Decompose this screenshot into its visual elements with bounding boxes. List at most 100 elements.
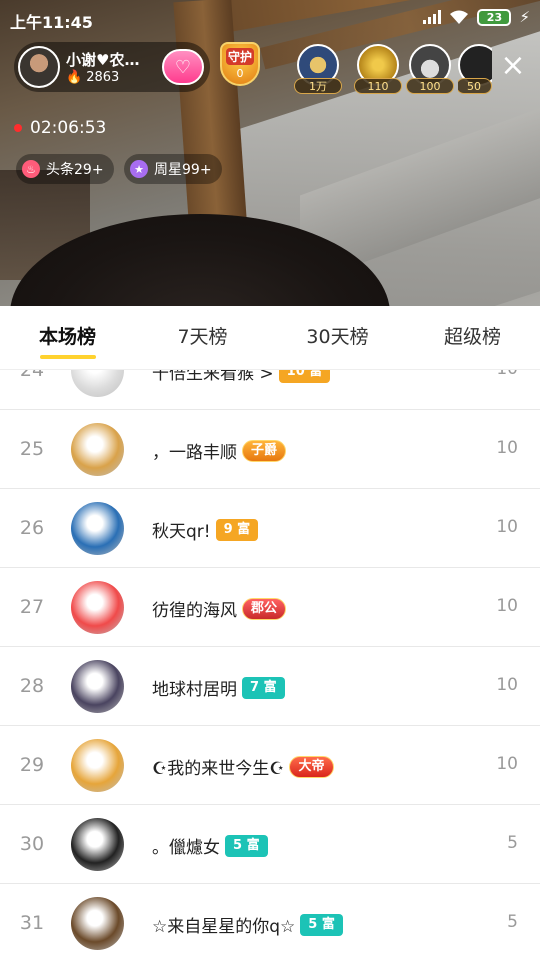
ranking-tabs: 本场榜 7天榜 30天榜 超级榜	[0, 306, 540, 370]
user-avatar[interactable]	[71, 502, 124, 555]
rank-number: 30	[19, 833, 45, 855]
user-avatar[interactable]	[71, 897, 124, 950]
contribution-score: 10	[496, 596, 518, 616]
tab-label: 30天榜	[306, 326, 369, 348]
rank-number: 26	[19, 517, 45, 539]
contribution-score: 5	[507, 912, 518, 932]
rank-row[interactable]: 25 ，一路丰顺 子爵 10	[0, 410, 540, 489]
guard-label: 守护	[225, 48, 254, 65]
rank-number: 25	[19, 438, 45, 460]
ranking-list[interactable]: 24千倍生来看猴 >10 富1025，一路丰顺子爵1026秋天qr!9 富102…	[0, 331, 540, 960]
rank-number: 27	[19, 596, 45, 618]
user-name-group: 地球村居明 7 富	[152, 675, 285, 700]
rank-number: 29	[19, 754, 45, 776]
user-name: 地球村居明	[152, 680, 237, 700]
contribution-score: 5	[507, 833, 518, 853]
viewer-avatar[interactable]: 110	[354, 44, 402, 96]
user-avatar[interactable]	[71, 581, 124, 634]
battery-icon: 23	[477, 8, 512, 26]
tab-super[interactable]: 超级榜	[405, 306, 540, 369]
headline-badge[interactable]: ♨ 头条29+	[16, 154, 114, 184]
user-level-badge: 9 富	[215, 518, 259, 541]
fire-icon: 🔥	[66, 70, 83, 85]
active-tab-indicator	[39, 355, 96, 359]
user-name: 。儠爈女	[152, 838, 220, 858]
heart-hands-icon: ♡	[174, 56, 192, 78]
signal-icon	[423, 10, 442, 24]
user-level-badge: 7 富	[242, 676, 285, 699]
live-duration: 02:06:53	[30, 118, 107, 138]
guard-shield-icon: 守护 0	[220, 42, 260, 86]
user-name-group: 秋天qr! 9 富	[152, 517, 259, 542]
tab-this-session[interactable]: 本场榜	[0, 306, 135, 369]
anchor-name: 小谢♥农…	[66, 51, 140, 69]
tab-label: 7天榜	[177, 326, 228, 348]
rank-row[interactable]: 27 彷徨的海风 郡公 10	[0, 568, 540, 647]
user-name-group: ☆来自星星的你q☆ 5 富	[152, 912, 343, 937]
rank-row[interactable]: 26 秋天qr! 9 富 10	[0, 489, 540, 568]
user-avatar[interactable]	[71, 739, 124, 792]
weekly-star-badge-label: 周星99+	[154, 162, 212, 178]
viewer-avatar[interactable]: 50	[458, 44, 492, 96]
tab-label: 本场榜	[38, 326, 96, 348]
rank-number: 28	[19, 675, 45, 697]
close-icon[interactable]: ×	[498, 51, 528, 82]
status-icons: 23 ⚡	[423, 8, 530, 26]
viewer-contribution: 1万	[294, 78, 342, 94]
guard-count: 0	[236, 67, 244, 80]
charging-icon: ⚡	[519, 8, 530, 26]
user-level-badge: 子爵	[242, 439, 287, 462]
tab-label: 超级榜	[443, 326, 501, 348]
contribution-score: 10	[496, 517, 518, 537]
flame-icon: ♨	[22, 160, 40, 178]
user-name: 彷徨的海风	[152, 601, 237, 621]
contribution-score: 10	[496, 675, 518, 695]
weekly-star-badge[interactable]: ★ 周星99+	[124, 154, 222, 184]
live-video[interactable]: 上午11:45 23 ⚡ 小谢♥农… 🔥2863 ♡ 守护 0 1万 110	[0, 0, 540, 306]
guard-button[interactable]: 守护 0	[220, 42, 260, 92]
rank-row[interactable]: 28 地球村居明 7 富 10	[0, 647, 540, 726]
live-timer: 02:06:53	[14, 118, 106, 138]
anchor-fans-value: 2863	[86, 70, 120, 85]
rank-row[interactable]: 29 ☪我的来世今生☪ 大帝 10	[0, 726, 540, 805]
viewer-contribution: 100	[406, 78, 454, 94]
rank-number: 31	[19, 912, 45, 934]
star-icon: ★	[130, 160, 148, 178]
rank-row[interactable]: 30 。儠爈女 5 富 5	[0, 805, 540, 884]
user-level-badge: 5 富	[300, 913, 343, 936]
user-avatar[interactable]	[71, 423, 124, 476]
anchor-avatar[interactable]	[18, 46, 60, 88]
viewer-avatar[interactable]: 1万	[294, 44, 342, 96]
user-name-group: 彷徨的海风 郡公	[152, 596, 287, 621]
status-bar: 上午11:45 23 ⚡	[0, 0, 540, 36]
user-level-badge: 大帝	[289, 755, 334, 778]
headline-badge-label: 头条29+	[46, 162, 104, 178]
battery-level: 23	[486, 10, 503, 24]
recording-dot-icon	[14, 124, 22, 132]
anchor-info[interactable]: 小谢♥农… 🔥 2863 ♡	[14, 42, 210, 92]
viewer-avatar[interactable]: 100	[406, 44, 454, 96]
user-avatar[interactable]	[71, 818, 124, 871]
follow-button[interactable]: ♡	[162, 49, 204, 85]
user-avatar[interactable]	[71, 660, 124, 713]
wifi-icon	[450, 10, 469, 24]
user-name: ，一路丰顺	[152, 443, 237, 463]
status-time: 上午11:45	[10, 13, 93, 32]
rank-row[interactable]: 31 ☆来自星星的你q☆ 5 富 5	[0, 884, 540, 960]
tab-30-days[interactable]: 30天榜	[270, 306, 405, 369]
user-name: 秋天qr!	[152, 522, 211, 542]
viewer-contribution: 110	[354, 78, 402, 94]
user-level-badge: 5 富	[225, 834, 268, 857]
anchor-fans-count: 🔥 2863	[66, 70, 119, 85]
contribution-score: 10	[496, 754, 518, 774]
contribution-score: 10	[496, 438, 518, 458]
user-name-group: 。儠爈女 5 富	[152, 833, 268, 858]
user-name: ☪我的来世今生☪	[152, 759, 285, 779]
user-level-badge: 郡公	[242, 597, 287, 620]
user-name-group: ☪我的来世今生☪ 大帝	[152, 754, 334, 779]
viewer-contribution: 50	[458, 78, 492, 94]
tab-7-days[interactable]: 7天榜	[135, 306, 270, 369]
ranking-panel: 本场榜 7天榜 30天榜 超级榜 24千倍生来看猴 >10 富1025，一路丰顺…	[0, 306, 540, 960]
user-name: ☆来自星星的你q☆	[152, 917, 296, 937]
user-name-group: ，一路丰顺 子爵	[152, 438, 287, 463]
